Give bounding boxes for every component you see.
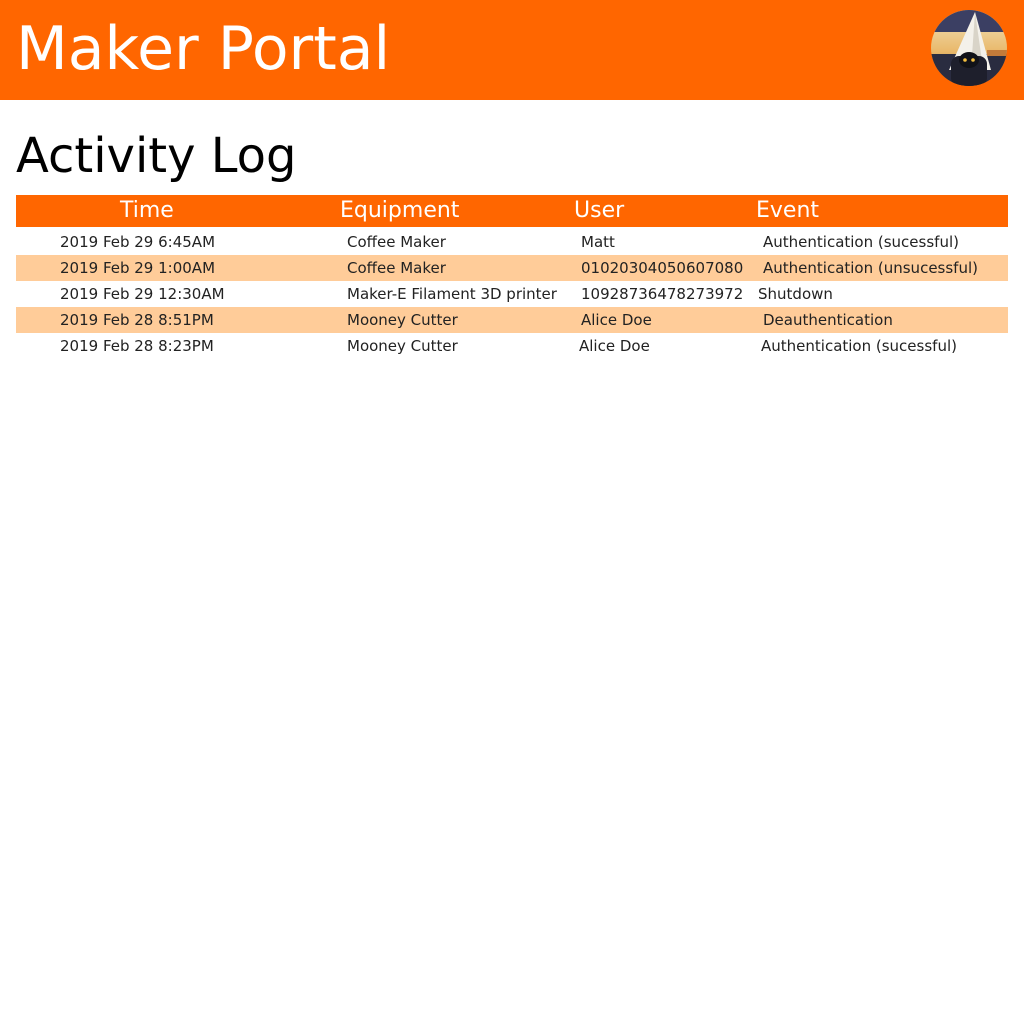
cell-time: 2019 Feb 28 8:23PM	[60, 337, 214, 355]
top-bar: Maker Portal	[0, 0, 1024, 100]
cell-event: Deauthentication	[763, 311, 893, 329]
cell-event: Authentication (sucessful)	[763, 233, 959, 251]
cell-equipment: Coffee Maker	[347, 259, 446, 277]
cell-event: Shutdown	[758, 285, 833, 303]
cell-user: Matt	[581, 233, 615, 251]
cell-time: 2019 Feb 29 6:45AM	[60, 233, 216, 251]
cell-equipment: Coffee Maker	[347, 233, 446, 251]
cell-equipment: Mooney Cutter	[347, 311, 458, 329]
table-body: 2019 Feb 29 6:45AM Coffee Maker Matt Aut…	[16, 229, 1008, 359]
cell-time: 2019 Feb 29 1:00AM	[60, 259, 216, 277]
cell-time: 2019 Feb 29 12:30AM	[60, 285, 225, 303]
cell-user: 10928736478273972	[581, 285, 744, 303]
cell-event: Authentication (unsucessful)	[763, 259, 978, 277]
activity-log-table: Time Equipment User Event 2019 Feb 29 6:…	[16, 195, 1008, 359]
cell-equipment: Maker-E Filament 3D printer	[347, 285, 557, 303]
cell-event: Authentication (sucessful)	[761, 337, 957, 355]
page-title: Activity Log	[16, 128, 297, 184]
table-row[interactable]: 2019 Feb 29 6:45AM Coffee Maker Matt Aut…	[16, 229, 1008, 255]
column-header-event[interactable]: Event	[756, 195, 819, 227]
table-row[interactable]: 2019 Feb 28 8:51PM Mooney Cutter Alice D…	[16, 307, 1008, 333]
column-header-time[interactable]: Time	[120, 195, 174, 227]
cell-user: 01020304050607080	[581, 259, 744, 277]
cell-user: Alice Doe	[581, 311, 652, 329]
column-header-equipment[interactable]: Equipment	[340, 195, 459, 227]
table-row[interactable]: 2019 Feb 28 8:23PM Mooney Cutter Alice D…	[16, 333, 1008, 359]
cell-equipment: Mooney Cutter	[347, 337, 458, 355]
table-header: Time Equipment User Event	[16, 195, 1008, 227]
avatar-image	[931, 10, 1007, 86]
table-row[interactable]: 2019 Feb 29 1:00AM Coffee Maker 01020304…	[16, 255, 1008, 281]
user-avatar-icon[interactable]	[931, 10, 1007, 86]
cell-user: Alice Doe	[579, 337, 650, 355]
app-title: Maker Portal	[16, 14, 391, 84]
column-header-user[interactable]: User	[574, 195, 624, 227]
table-row[interactable]: 2019 Feb 29 12:30AM Maker-E Filament 3D …	[16, 281, 1008, 307]
cell-time: 2019 Feb 28 8:51PM	[60, 311, 214, 329]
